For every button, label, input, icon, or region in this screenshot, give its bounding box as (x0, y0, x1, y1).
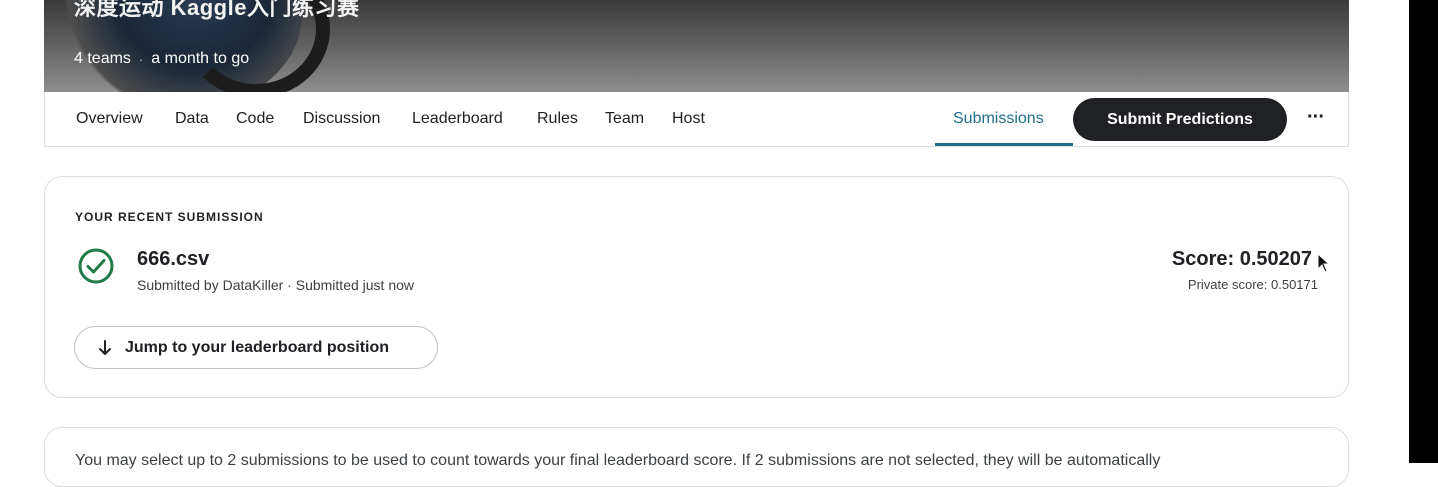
check-circle-icon (78, 248, 114, 284)
private-score: Private score: 0.50171 (1187, 277, 1318, 292)
submission-meta: Submitted by DataKiller · Submitted just… (137, 277, 415, 293)
tab-discussion[interactable]: Discussion (303, 110, 380, 128)
jump-button-label: Jump to your leaderboard position (125, 338, 390, 356)
team-count: 4 teams (74, 50, 131, 67)
final-submission-info-text: You may select up to 2 submissions to be… (75, 452, 1161, 469)
tab-code[interactable]: Code (236, 110, 274, 128)
tab-overview[interactable]: Overview (76, 110, 143, 128)
competition-nav: Overview Data Code Discussion Leaderboar… (44, 92, 1349, 147)
meta-separator: · (138, 51, 144, 67)
public-score: Score: 0.50207 (1171, 248, 1312, 270)
submit-predictions-button[interactable]: Submit Predictions (1073, 98, 1287, 141)
submission-file-name: 666.csv (137, 248, 210, 270)
active-tab-indicator (935, 143, 1073, 146)
time-remaining: a month to go (151, 50, 250, 67)
competition-banner: 深度运动 Kaggle入门练习赛 4 teams · a month to go (44, 0, 1349, 92)
tab-host[interactable]: Host (672, 110, 705, 128)
tab-leaderboard[interactable]: Leaderboard (412, 110, 503, 128)
screen-edge (1409, 0, 1438, 463)
final-submission-info-card: You may select up to 2 submissions to be… (44, 427, 1349, 487)
tab-team[interactable]: Team (605, 110, 644, 128)
jump-to-leaderboard-button[interactable]: Jump to your leaderboard position (74, 326, 438, 369)
tab-submissions[interactable]: Submissions (953, 110, 1044, 128)
tab-data[interactable]: Data (175, 110, 209, 128)
recent-submission-card: YOUR RECENT SUBMISSION 666.csv Submitted… (44, 176, 1349, 398)
competition-title: 深度运动 Kaggle入门练习赛 (74, 0, 360, 20)
arrow-down-icon (99, 339, 111, 355)
competition-meta: 4 teams · a month to go (74, 50, 249, 68)
mouse-cursor-icon (1317, 253, 1331, 273)
more-options-icon[interactable]: ··· (1307, 106, 1325, 129)
section-heading: YOUR RECENT SUBMISSION (75, 210, 264, 224)
tab-rules[interactable]: Rules (537, 110, 578, 128)
